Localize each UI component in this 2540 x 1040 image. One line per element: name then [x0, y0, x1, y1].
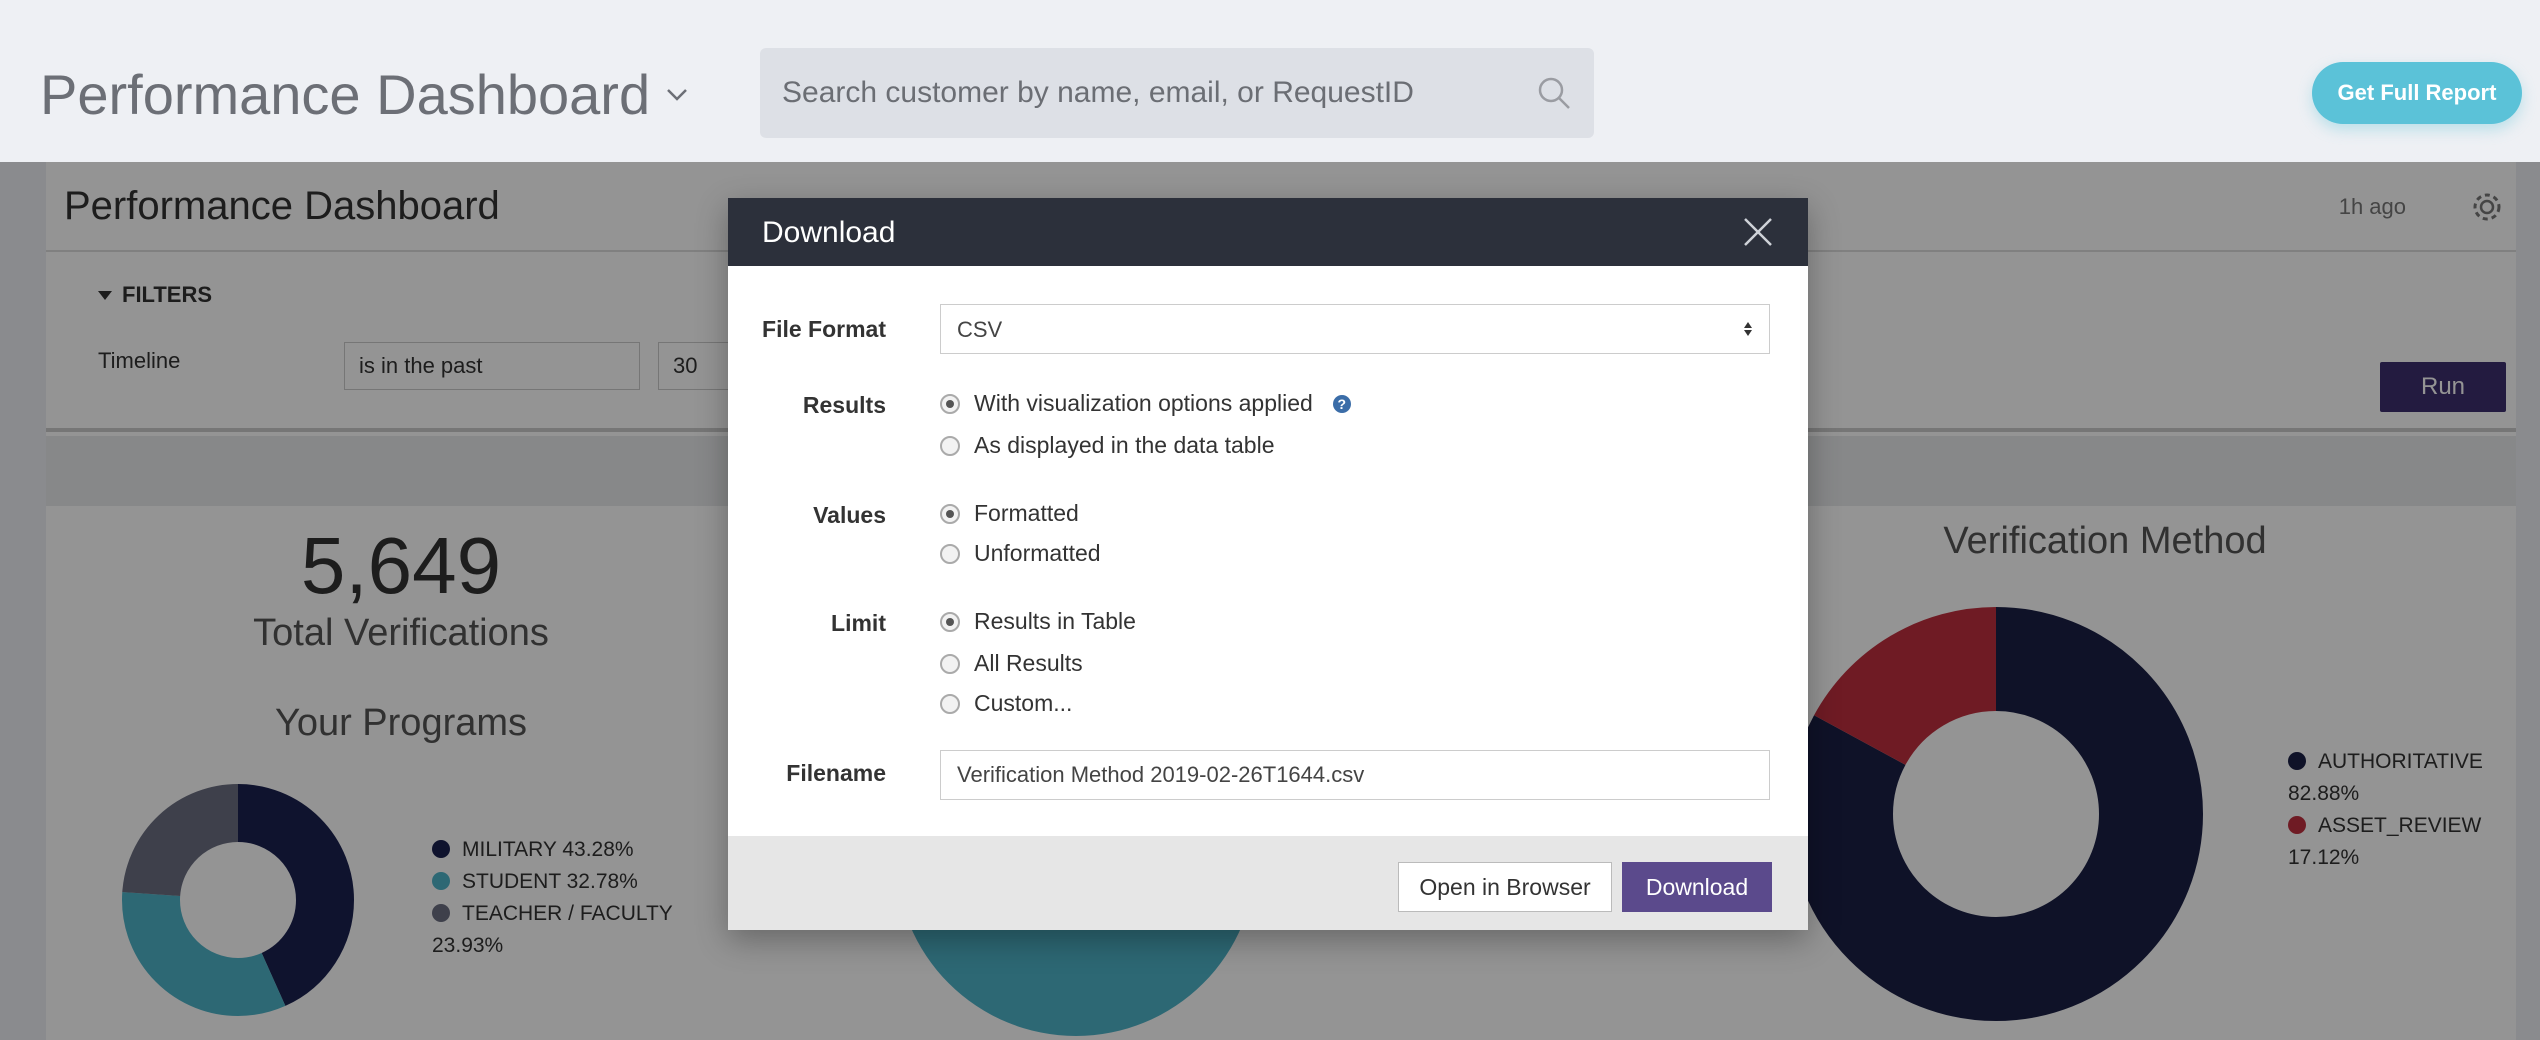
limit-option-all-results[interactable]: All Results	[940, 650, 1083, 677]
values-option-unformatted[interactable]: Unformatted	[940, 540, 1101, 567]
filename-input[interactable]	[940, 750, 1770, 800]
file-format-label: File Format	[762, 316, 886, 342]
radio-selected[interactable]	[940, 611, 960, 632]
search-box	[760, 48, 1594, 138]
results-label: Results	[802, 392, 886, 418]
radio-selected[interactable]	[940, 393, 960, 414]
download-modal: Download File Format CSV Results With vi…	[728, 198, 1808, 930]
modal-title: Download	[762, 216, 896, 249]
app-title: Performance Dashboard	[40, 63, 651, 126]
help-icon[interactable]: ?	[1332, 394, 1351, 413]
search-input[interactable]	[782, 76, 1536, 110]
results-option-data-table[interactable]: As displayed in the data table	[940, 432, 1274, 459]
search-icon[interactable]	[1536, 75, 1572, 111]
get-full-report-button[interactable]: Get Full Report	[2312, 62, 2522, 124]
results-option-visualization[interactable]: With visualization options applied ?	[940, 390, 1351, 417]
limit-option-results-in-table[interactable]: Results in Table	[940, 608, 1136, 635]
radio-selected[interactable]	[940, 503, 960, 524]
top-bar: Performance Dashboard Get Full Report	[0, 0, 2540, 160]
values-label: Values	[813, 502, 886, 528]
open-in-browser-button[interactable]: Open in Browser	[1398, 862, 1612, 912]
values-option-formatted[interactable]: Formatted	[940, 500, 1079, 527]
modal-header: Download	[728, 198, 1808, 266]
radio-unselected[interactable]	[940, 435, 960, 456]
chevron-down-icon	[667, 88, 687, 101]
select-arrows-icon	[1744, 322, 1752, 336]
filename-label: Filename	[786, 760, 886, 786]
close-icon[interactable]	[1742, 216, 1774, 248]
modal-footer: Open in Browser Download	[728, 836, 1808, 930]
limit-option-custom[interactable]: Custom...	[940, 690, 1072, 717]
radio-unselected[interactable]	[940, 693, 960, 714]
radio-unselected[interactable]	[940, 543, 960, 564]
file-format-select[interactable]: CSV	[940, 304, 1770, 354]
limit-label: Limit	[831, 610, 886, 636]
app-title-dropdown[interactable]: Performance Dashboard	[40, 62, 690, 127]
file-format-value: CSV	[957, 317, 1003, 342]
download-button[interactable]: Download	[1622, 862, 1772, 912]
radio-unselected[interactable]	[940, 653, 960, 674]
